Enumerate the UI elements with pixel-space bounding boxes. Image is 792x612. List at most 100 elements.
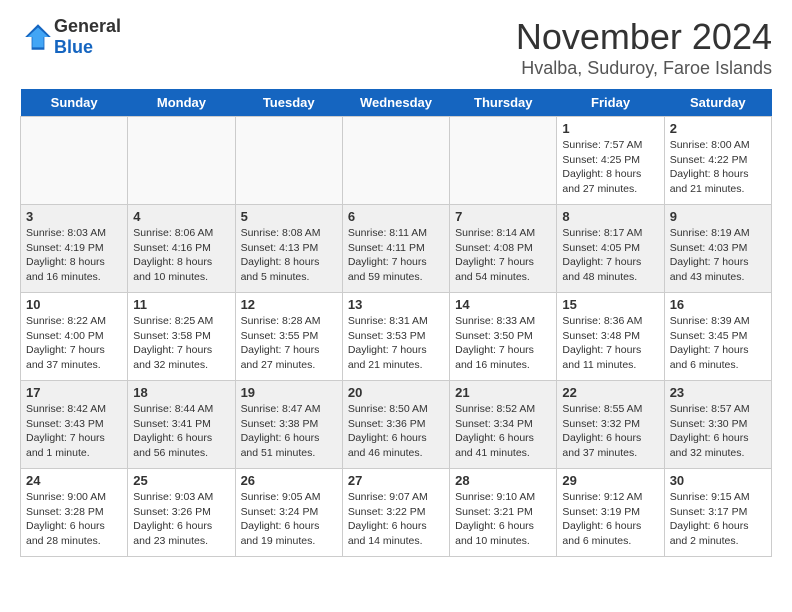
weekday-header-tuesday: Tuesday: [235, 89, 342, 117]
day-number: 4: [133, 209, 229, 224]
header: General Blue November 2024 Hvalba, Sudur…: [20, 16, 772, 79]
day-number: 2: [670, 121, 766, 136]
day-number: 19: [241, 385, 337, 400]
calendar-cell: 21 Sunrise: 8:52 AM Sunset: 3:34 PM Dayli…: [450, 381, 557, 469]
calendar-cell: 9 Sunrise: 8:19 AM Sunset: 4:03 PM Daylig…: [664, 205, 771, 293]
day-info: Sunrise: 8:57 AM Sunset: 3:30 PM Dayligh…: [670, 402, 766, 461]
calendar-cell: 10 Sunrise: 8:22 AM Sunset: 4:00 PM Dayli…: [21, 293, 128, 381]
calendar-cell: 28 Sunrise: 9:10 AM Sunset: 3:21 PM Dayli…: [450, 469, 557, 557]
calendar-week-1: 1Sunrise: 7:57 AM Sunset: 4:25 PM Daylig…: [21, 117, 772, 205]
day-info: Sunrise: 8:19 AM Sunset: 4:03 PM Dayligh…: [670, 226, 766, 285]
day-number: 26: [241, 473, 337, 488]
calendar-cell: 20Sunrise: 8:50 AM Sunset: 3:36 PM Dayli…: [342, 381, 449, 469]
calendar-cell: 1Sunrise: 7:57 AM Sunset: 4:25 PM Daylig…: [557, 117, 664, 205]
day-number: 7: [455, 209, 551, 224]
location-title: Hvalba, Suduroy, Faroe Islands: [516, 58, 772, 79]
calendar-cell: 24 Sunrise: 9:00 AM Sunset: 3:28 PM Dayli…: [21, 469, 128, 557]
day-info: Sunrise: 8:22 AM Sunset: 4:00 PM Dayligh…: [26, 314, 122, 373]
calendar-cell: 18Sunrise: 8:44 AM Sunset: 3:41 PM Dayli…: [128, 381, 235, 469]
day-info: Sunrise: 8:31 AM Sunset: 3:53 PM Dayligh…: [348, 314, 444, 373]
logo-general-text: General: [54, 16, 121, 37]
calendar-table: SundayMondayTuesdayWednesdayThursdayFrid…: [20, 89, 772, 557]
day-number: 13: [348, 297, 444, 312]
day-info: Sunrise: 8:39 AM Sunset: 3:45 PM Dayligh…: [670, 314, 766, 373]
day-info: Sunrise: 9:03 AM Sunset: 3:26 PM Dayligh…: [133, 490, 229, 549]
weekday-header-friday: Friday: [557, 89, 664, 117]
weekday-header-row: SundayMondayTuesdayWednesdayThursdayFrid…: [21, 89, 772, 117]
day-number: 10: [26, 297, 122, 312]
calendar-cell: [342, 117, 449, 205]
calendar-cell: 3Sunrise: 8:03 AM Sunset: 4:19 PM Daylig…: [21, 205, 128, 293]
logo-icon: [22, 21, 54, 53]
day-number: 8: [562, 209, 658, 224]
calendar-cell: 8 Sunrise: 8:17 AM Sunset: 4:05 PM Daylig…: [557, 205, 664, 293]
weekday-header-thursday: Thursday: [450, 89, 557, 117]
calendar-cell: 22 Sunrise: 8:55 AM Sunset: 3:32 PM Dayli…: [557, 381, 664, 469]
day-info: Sunrise: 9:12 AM Sunset: 3:19 PM Dayligh…: [562, 490, 658, 549]
day-info: Sunrise: 9:00 AM Sunset: 3:28 PM Dayligh…: [26, 490, 122, 549]
day-info: Sunrise: 8:06 AM Sunset: 4:16 PM Dayligh…: [133, 226, 229, 285]
day-info: Sunrise: 8:25 AM Sunset: 3:58 PM Dayligh…: [133, 314, 229, 373]
calendar-cell: 12Sunrise: 8:28 AM Sunset: 3:55 PM Dayli…: [235, 293, 342, 381]
calendar-cell: 26 Sunrise: 9:05 AM Sunset: 3:24 PM Dayli…: [235, 469, 342, 557]
day-number: 15: [562, 297, 658, 312]
day-number: 12: [241, 297, 337, 312]
day-number: 14: [455, 297, 551, 312]
calendar-cell: [450, 117, 557, 205]
calendar-cell: [235, 117, 342, 205]
calendar-week-2: 3Sunrise: 8:03 AM Sunset: 4:19 PM Daylig…: [21, 205, 772, 293]
day-info: Sunrise: 8:33 AM Sunset: 3:50 PM Dayligh…: [455, 314, 551, 373]
logo-text: General Blue: [54, 16, 121, 58]
calendar-cell: 30 Sunrise: 9:15 AM Sunset: 3:17 PM Dayli…: [664, 469, 771, 557]
weekday-header-sunday: Sunday: [21, 89, 128, 117]
day-number: 25: [133, 473, 229, 488]
day-info: Sunrise: 8:47 AM Sunset: 3:38 PM Dayligh…: [241, 402, 337, 461]
calendar-cell: 11 Sunrise: 8:25 AM Sunset: 3:58 PM Dayli…: [128, 293, 235, 381]
day-number: 29: [562, 473, 658, 488]
day-number: 21: [455, 385, 551, 400]
weekday-header-monday: Monday: [128, 89, 235, 117]
day-number: 17: [26, 385, 122, 400]
day-number: 18: [133, 385, 229, 400]
calendar-week-4: 17Sunrise: 8:42 AM Sunset: 3:43 PM Dayli…: [21, 381, 772, 469]
day-number: 11: [133, 297, 229, 312]
title-area: November 2024 Hvalba, Suduroy, Faroe Isl…: [516, 16, 772, 79]
calendar-cell: [21, 117, 128, 205]
calendar-cell: 15 Sunrise: 8:36 AM Sunset: 3:48 PM Dayli…: [557, 293, 664, 381]
day-number: 24: [26, 473, 122, 488]
calendar-cell: 14 Sunrise: 8:33 AM Sunset: 3:50 PM Dayli…: [450, 293, 557, 381]
day-info: Sunrise: 8:52 AM Sunset: 3:34 PM Dayligh…: [455, 402, 551, 461]
day-info: Sunrise: 8:08 AM Sunset: 4:13 PM Dayligh…: [241, 226, 337, 285]
day-info: Sunrise: 8:17 AM Sunset: 4:05 PM Dayligh…: [562, 226, 658, 285]
calendar-cell: 25 Sunrise: 9:03 AM Sunset: 3:26 PM Dayli…: [128, 469, 235, 557]
logo-blue-text: Blue: [54, 37, 121, 58]
calendar-cell: 13 Sunrise: 8:31 AM Sunset: 3:53 PM Dayli…: [342, 293, 449, 381]
day-number: 3: [26, 209, 122, 224]
day-info: Sunrise: 7:57 AM Sunset: 4:25 PM Dayligh…: [562, 138, 658, 197]
day-number: 28: [455, 473, 551, 488]
calendar-cell: 29 Sunrise: 9:12 AM Sunset: 3:19 PM Dayli…: [557, 469, 664, 557]
day-number: 6: [348, 209, 444, 224]
day-info: Sunrise: 9:10 AM Sunset: 3:21 PM Dayligh…: [455, 490, 551, 549]
day-info: Sunrise: 8:36 AM Sunset: 3:48 PM Dayligh…: [562, 314, 658, 373]
day-info: Sunrise: 8:55 AM Sunset: 3:32 PM Dayligh…: [562, 402, 658, 461]
calendar-cell: [128, 117, 235, 205]
calendar-cell: 23 Sunrise: 8:57 AM Sunset: 3:30 PM Dayli…: [664, 381, 771, 469]
day-number: 30: [670, 473, 766, 488]
day-number: 9: [670, 209, 766, 224]
day-info: Sunrise: 9:15 AM Sunset: 3:17 PM Dayligh…: [670, 490, 766, 549]
calendar-body: 1Sunrise: 7:57 AM Sunset: 4:25 PM Daylig…: [21, 117, 772, 557]
calendar-week-5: 24 Sunrise: 9:00 AM Sunset: 3:28 PM Dayli…: [21, 469, 772, 557]
calendar-header: SundayMondayTuesdayWednesdayThursdayFrid…: [21, 89, 772, 117]
day-number: 27: [348, 473, 444, 488]
calendar-cell: 2 Sunrise: 8:00 AM Sunset: 4:22 PM Daylig…: [664, 117, 771, 205]
day-info: Sunrise: 9:05 AM Sunset: 3:24 PM Dayligh…: [241, 490, 337, 549]
calendar-cell: 27Sunrise: 9:07 AM Sunset: 3:22 PM Dayli…: [342, 469, 449, 557]
day-number: 22: [562, 385, 658, 400]
day-info: Sunrise: 8:00 AM Sunset: 4:22 PM Dayligh…: [670, 138, 766, 197]
day-number: 23: [670, 385, 766, 400]
day-info: Sunrise: 8:50 AM Sunset: 3:36 PM Dayligh…: [348, 402, 444, 461]
day-info: Sunrise: 8:14 AM Sunset: 4:08 PM Dayligh…: [455, 226, 551, 285]
calendar-cell: 5Sunrise: 8:08 AM Sunset: 4:13 PM Daylig…: [235, 205, 342, 293]
calendar-cell: 16Sunrise: 8:39 AM Sunset: 3:45 PM Dayli…: [664, 293, 771, 381]
